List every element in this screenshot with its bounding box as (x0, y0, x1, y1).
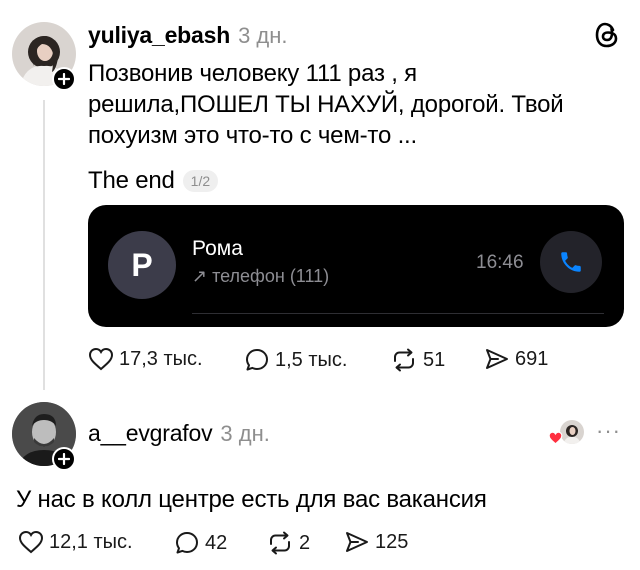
card-divider (192, 313, 604, 314)
post-text-line: The end (88, 167, 175, 194)
author-mini-avatar (560, 420, 584, 444)
share-count: 691 (515, 347, 549, 370)
reply-comment-button[interactable]: 42 (174, 530, 227, 556)
reply-share-count: 125 (375, 530, 409, 553)
call-time: 16:46 (476, 252, 524, 273)
repost-icon (270, 531, 290, 555)
media-page-indicator: 1/2 (182, 169, 219, 192)
call-button (540, 231, 602, 293)
comment-icon (246, 349, 268, 371)
thread-connector-line (43, 100, 45, 390)
liked-heart-icon (548, 431, 563, 445)
reply-time: 3 дн. (220, 421, 270, 446)
heart-icon (18, 530, 44, 554)
post-text-line: Позвонив человеку 111 раз , я (88, 60, 417, 87)
share-button[interactable]: 691 (484, 347, 548, 371)
follow-plus-button[interactable] (52, 67, 76, 91)
like-count: 17,3 тыс. (119, 347, 203, 370)
liked-by-author-indicator (548, 420, 584, 446)
call-log-image[interactable]: P Рома ↗ телефон (111) 16:46 (88, 205, 624, 327)
reply-comment-count: 42 (205, 531, 228, 554)
reply-like-button[interactable]: 12,1 тыс. (18, 530, 133, 554)
share-icon (486, 349, 508, 369)
post-text-line: похуизм это что-то с чем-то ... (88, 122, 417, 149)
caller-subtitle: ↗ телефон (111) (192, 266, 330, 286)
more-options-button[interactable]: ··· (596, 418, 621, 444)
comment-button[interactable]: 1,5 тыс. (244, 347, 347, 373)
reply-repost-count: 2 (299, 531, 311, 554)
repost-count: 51 (423, 348, 446, 371)
reply-repost-button[interactable]: 2 (266, 530, 310, 556)
threads-logo-icon[interactable] (594, 20, 620, 55)
like-button[interactable]: 17,3 тыс. (88, 347, 203, 371)
reply-text: У нас в колл центре есть для вас ваканси… (16, 486, 487, 513)
reply-like-count: 12,1 тыс. (49, 530, 133, 553)
comment-icon (176, 532, 198, 554)
comment-count: 1,5 тыс. (275, 348, 348, 371)
plus-icon (58, 453, 70, 465)
caller-name: Рома (192, 237, 243, 260)
heart-icon (88, 347, 114, 371)
share-icon (346, 532, 368, 552)
post-last-line: The end 1/2 (88, 165, 219, 196)
post-header: yuliya_ebash 3 дн. (88, 22, 288, 49)
reply-follow-plus-button[interactable] (52, 447, 76, 471)
plus-icon (58, 73, 70, 85)
caller-avatar: P (108, 231, 176, 299)
post-time: 3 дн. (238, 23, 288, 48)
author-username[interactable]: yuliya_ebash (88, 22, 230, 49)
phone-icon (561, 252, 581, 272)
reply-header: a__evgrafov 3 дн. (88, 420, 270, 447)
reply-share-button[interactable]: 125 (344, 530, 408, 554)
repost-icon (394, 348, 414, 372)
post-text: Позвонив человеку 111 раз , я решила,ПОШ… (88, 58, 628, 151)
post-text-line: решила,ПОШЕЛ ТЫ НАХУЙ, дорогой. Твой (88, 91, 564, 118)
reply-author-username[interactable]: a__evgrafov (88, 420, 213, 447)
repost-button[interactable]: 51 (390, 347, 445, 373)
